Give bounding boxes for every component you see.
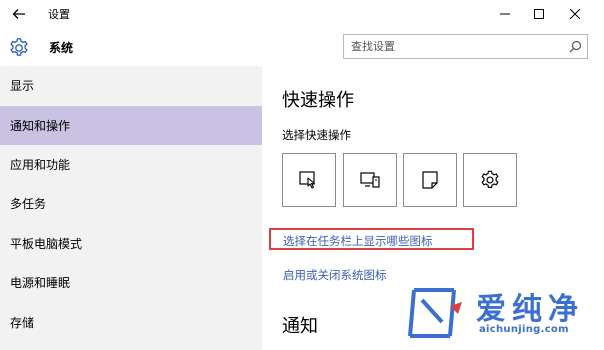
quick-actions-heading: 快速操作: [282, 90, 354, 111]
back-button[interactable]: [6, 3, 32, 25]
title-bar: 设置: [0, 0, 604, 28]
notifications-heading: 通知: [282, 316, 318, 337]
quick-actions-subtitle: 选择快速操作: [282, 128, 351, 142]
sidebar-item-notifications-actions[interactable]: 通知和操作: [0, 106, 262, 145]
sidebar-item-power-sleep[interactable]: 电源和睡眠: [0, 263, 262, 302]
search-input[interactable]: [344, 35, 564, 58]
sidebar-item-label: 显示: [10, 79, 35, 93]
sidebar-item-storage[interactable]: 存储: [0, 303, 262, 342]
note-icon: [422, 171, 438, 189]
quick-action-tile-note[interactable]: [403, 153, 457, 207]
search-box[interactable]: [343, 34, 588, 59]
connect-display-icon: [360, 172, 380, 188]
sidebar-item-label: 多任务: [10, 197, 47, 211]
quick-action-tile-all-settings[interactable]: [463, 153, 517, 207]
maximize-button[interactable]: [522, 0, 556, 28]
sidebar-item-apps-features[interactable]: 应用和功能: [0, 145, 262, 184]
sidebar-item-label: 通知和操作: [10, 119, 71, 133]
sidebar: 显示 通知和操作 应用和功能 多任务 平板电脑模式 电源和睡眠 存储: [0, 66, 262, 350]
watermark-url: aichunjing.com: [479, 324, 569, 335]
sidebar-item-tablet-mode[interactable]: 平板电脑模式: [0, 224, 262, 263]
watermark-text: 爱纯净: [476, 292, 584, 327]
minimize-button[interactable]: [488, 0, 522, 28]
window-title: 设置: [48, 8, 70, 21]
system-icons-link[interactable]: 启用或关闭系统图标: [283, 267, 387, 283]
sidebar-item-label: 平板电脑模式: [10, 237, 83, 251]
back-arrow-icon: [12, 9, 25, 19]
sidebar-item-label: 应用和功能: [10, 158, 71, 172]
page-header: 系统: [0, 28, 604, 66]
tablet-mode-icon: [299, 171, 316, 189]
maximize-icon: [534, 9, 544, 19]
minimize-icon: [500, 13, 510, 15]
quick-action-tile-tablet-mode[interactable]: [282, 153, 336, 207]
taskbar-icons-link[interactable]: 选择在任务栏上显示哪些图标: [283, 233, 433, 249]
watermark-logo-icon: [408, 288, 462, 338]
sidebar-item-display[interactable]: 显示: [0, 66, 262, 105]
page-title: 系统: [49, 41, 74, 55]
quick-action-tile-connect[interactable]: [343, 153, 397, 207]
sidebar-item-multitasking[interactable]: 多任务: [0, 184, 262, 223]
watermark: 爱纯净 aichunjing.com: [406, 282, 602, 346]
sidebar-item-label: 电源和睡眠: [10, 276, 71, 290]
search-icon[interactable]: [569, 40, 582, 53]
close-button[interactable]: [558, 0, 592, 28]
all-settings-icon: [481, 170, 499, 189]
gear-icon: [10, 38, 28, 56]
sidebar-item-label: 存储: [10, 316, 35, 330]
close-icon: [570, 9, 580, 19]
